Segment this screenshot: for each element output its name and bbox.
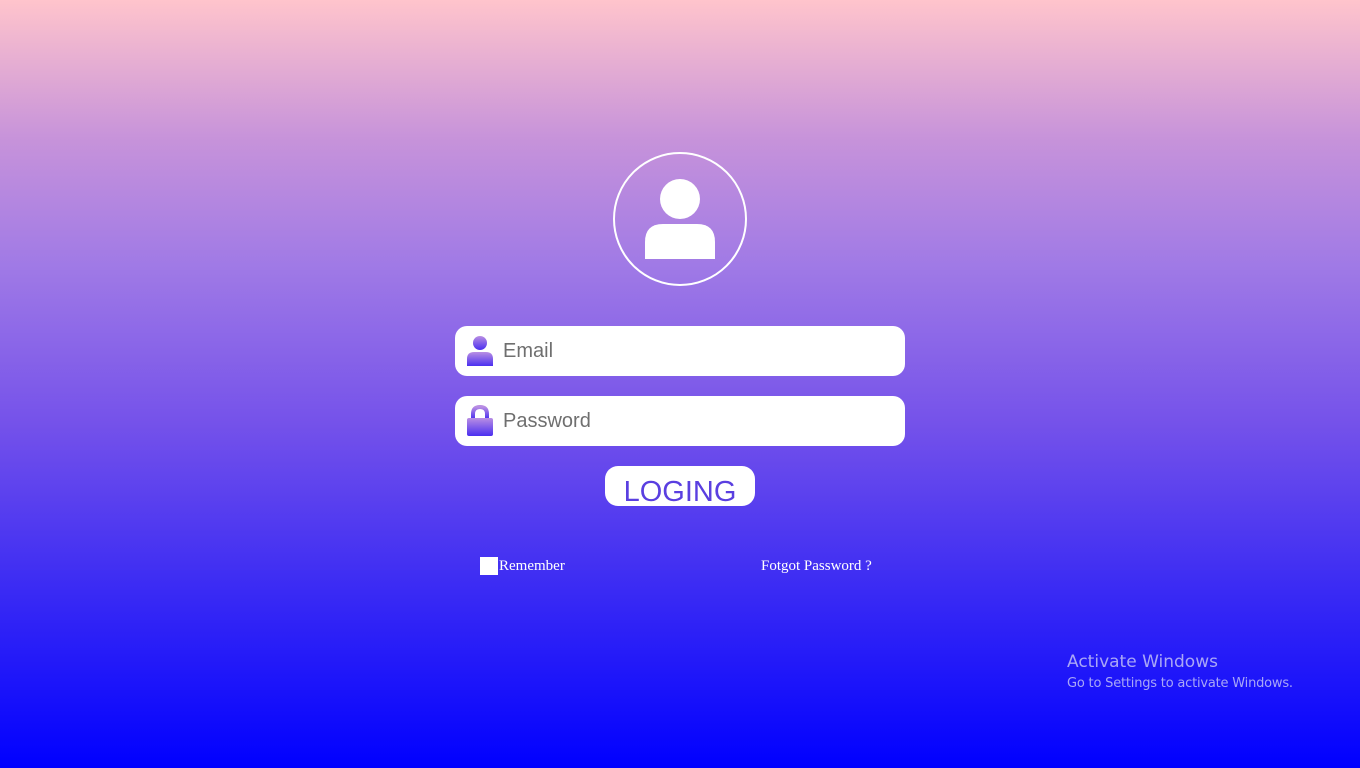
password-field (455, 396, 905, 446)
email-input[interactable] (503, 326, 893, 376)
login-button[interactable]: LOGING (605, 466, 755, 506)
user-avatar-icon (645, 179, 715, 259)
windows-activation-watermark: Activate Windows Go to Settings to activ… (1067, 651, 1293, 695)
remember-label: Remember (499, 557, 565, 574)
watermark-title: Activate Windows (1067, 652, 1218, 672)
remember-option[interactable]: Remember (480, 556, 565, 576)
password-input[interactable] (503, 396, 893, 446)
avatar-circle (613, 152, 747, 286)
watermark-subtitle: Go to Settings to activate Windows. (1067, 676, 1293, 691)
forgot-password-link[interactable]: Fotgot Password ? (761, 556, 872, 576)
user-icon (467, 336, 493, 366)
email-field (455, 326, 905, 376)
remember-checkbox[interactable] (480, 557, 498, 575)
lock-icon (467, 405, 493, 436)
